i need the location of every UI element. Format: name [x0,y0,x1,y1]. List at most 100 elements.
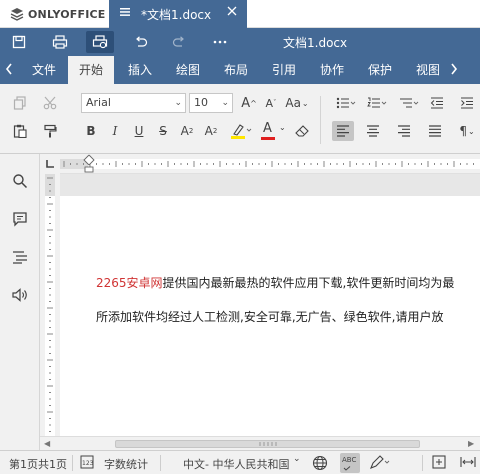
scroll-left-icon[interactable]: ◀ [44,439,50,448]
superscript-button[interactable]: A2 [176,121,198,141]
paste-button[interactable] [9,121,31,141]
close-tab-icon[interactable] [227,5,237,20]
word-count-icon: 123 [80,455,94,472]
highlighter-icon [231,124,252,139]
horizontal-ruler[interactable] [40,154,480,174]
multilevel-list-icon [400,98,419,108]
save-button[interactable] [8,32,30,52]
tab-insert[interactable]: 插入 [118,56,162,84]
align-center-icon [367,125,379,137]
vertical-ruler[interactable] [40,174,60,436]
decrease-indent-button[interactable] [426,93,448,113]
svg-text:123: 123 [82,460,94,467]
status-separator [422,455,423,471]
numbered-list-icon [367,97,387,108]
document-language-button[interactable] [312,455,328,474]
copy-button[interactable] [9,93,31,113]
document-title: 文档1.docx [283,36,348,50]
paragraph-marks-button[interactable]: ¶ ⌄ [454,121,480,141]
speaker-icon [12,288,27,302]
bullet-list-icon [336,97,356,109]
increase-indent-button[interactable] [456,93,478,113]
document-page[interactable]: 2265安卓网提供国内最新最热的软件应用下载,软件更新时间均为最 所添加软件均经… [60,196,480,436]
italic-button[interactable]: I [104,121,126,141]
change-case-icon: Aa [285,96,301,110]
subscript-button[interactable]: A2 [200,121,222,141]
chevron-down-icon: ⌄ [221,98,229,108]
superscript-icon: A [180,124,189,138]
status-separator [160,455,161,471]
align-right-button[interactable] [393,121,415,141]
left-sidebar [0,154,40,450]
word-count-button[interactable]: 字数统计 [104,456,148,472]
status-separator [72,455,73,471]
ruler-ticks [40,154,480,174]
comments-button[interactable] [10,209,30,229]
grip-icon [259,442,277,446]
more-button[interactable] [209,32,231,52]
bullet-list-button[interactable] [333,93,359,113]
font-color-button[interactable]: A ⌄ [260,121,288,141]
clear-style-button[interactable] [291,121,313,141]
scroll-right-icon[interactable]: ▶ [468,439,474,448]
tab-file[interactable]: 文件 [22,56,66,84]
print-button[interactable] [49,32,71,52]
page-info[interactable]: 第1页共1页 [9,456,67,472]
track-changes-button[interactable] [370,455,392,472]
underline-button[interactable]: U [128,121,150,141]
read-aloud-button[interactable] [10,285,30,305]
cut-button[interactable] [39,93,61,113]
fit-page-button[interactable] [432,455,446,472]
scroll-tabs-left-icon[interactable] [5,63,13,78]
horizontal-scroll-thumb[interactable] [115,440,420,448]
spell-check-button[interactable]: ABC [340,453,360,473]
justify-button[interactable] [424,121,446,141]
redo-button[interactable] [168,32,190,52]
subscript-icon: A [204,124,213,138]
line-1-text: 提供国内最新最热的软件应用下载,软件更新时间均为最 [162,276,455,290]
font-size-select[interactable]: 10 ⌄ [189,93,233,113]
document-tab[interactable]: *文档1.docx [109,0,247,28]
tab-view[interactable]: 视图 [406,56,450,84]
font-name-select[interactable]: Arial ⌄ [81,93,186,113]
print-icon [52,35,68,49]
onlyoffice-logo-icon [10,8,24,21]
tab-protection[interactable]: 保护 [358,56,402,84]
numbered-list-button[interactable] [364,93,390,113]
increase-font-icon: A [241,95,251,111]
fit-width-button[interactable] [460,455,476,472]
tab-collaboration[interactable]: 协作 [310,56,354,84]
navigation-button[interactable] [10,247,30,267]
language-select[interactable]: 中文- 中华人民共和国 [183,456,289,472]
status-bar: 第1页共1页 123 字数统计 中文- 中华人民共和国 ⌄ ABC [0,450,480,474]
tab-layout[interactable]: 布局 [214,56,258,84]
document-canvas[interactable]: 2265安卓网提供国内最新最热的软件应用下载,软件更新时间均为最 所添加软件均经… [60,174,480,436]
document-line-1[interactable]: 2265安卓网提供国内最新最热的软件应用下载,软件更新时间均为最 [96,274,454,291]
tab-references[interactable]: 引用 [262,56,306,84]
search-button[interactable] [10,171,30,191]
comment-icon [13,212,27,227]
quick-print-button[interactable] [86,31,114,53]
highlight-color-button[interactable] [227,121,255,141]
chevron-down-icon[interactable]: ⌄ [293,454,301,464]
align-left-button[interactable] [332,121,354,141]
multilevel-list-button[interactable] [396,93,422,113]
tab-draw[interactable]: 绘图 [166,56,210,84]
increase-indent-icon [461,97,473,109]
undo-button[interactable] [130,32,152,52]
bold-button[interactable]: B [80,121,102,141]
increase-font-button[interactable]: A ^ [238,93,260,113]
horizontal-scrollbar[interactable]: ◀ ▶ [40,436,480,450]
tab-home[interactable]: 开始 [68,56,114,84]
align-center-button[interactable] [362,121,384,141]
change-case-button[interactable]: Aa ⌄ [283,93,311,113]
document-line-2[interactable]: 所添加软件均经过人工检测,安全可靠,无广告、绿色软件,请用户放 [96,308,443,325]
scroll-tabs-right-icon[interactable] [450,63,458,78]
copy-style-button[interactable] [39,121,61,141]
strikethrough-button[interactable]: S [152,121,174,141]
onlyoffice-window: ONLYOFFICE *文档1.docx 文档1.docx 文件 开始 插入 绘… [0,0,480,474]
vertical-ruler-ticks [45,174,55,436]
redo-icon [172,36,184,47]
decrease-font-button[interactable]: Aˇ [260,93,282,113]
globe-icon [312,455,328,471]
